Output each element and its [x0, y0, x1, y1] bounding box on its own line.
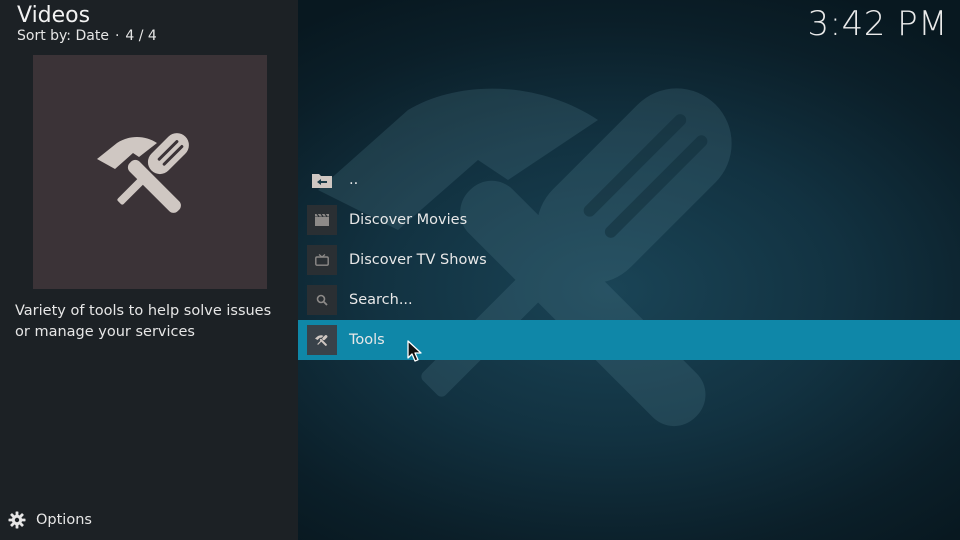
- file-list: .. Discover Movies Discover TV Shows Sea…: [298, 160, 960, 360]
- list-item-label: Discover TV Shows: [349, 252, 487, 268]
- film-icon: [307, 205, 337, 235]
- list-item-discover-movies[interactable]: Discover Movies: [298, 200, 960, 240]
- tv-icon: [307, 245, 337, 275]
- list-item-label: Search...: [349, 292, 413, 308]
- clock: 3:42 PM: [807, 4, 948, 44]
- list-item-tools[interactable]: Tools: [298, 320, 960, 360]
- sort-label: Sort by: Date: [17, 28, 109, 44]
- tools-icon: [307, 325, 337, 355]
- folder-back-icon: [307, 165, 337, 195]
- kodi-window: Videos Sort by: Date · 4 / 4 Variety of …: [0, 0, 960, 540]
- mouse-pointer-icon: [407, 340, 422, 362]
- item-count: 4 / 4: [125, 28, 157, 44]
- sort-info: Sort by: Date · 4 / 4: [17, 28, 157, 44]
- preview-thumbnail: [33, 55, 267, 289]
- list-item-label: Tools: [349, 332, 385, 348]
- options-button[interactable]: Options: [8, 511, 92, 529]
- page-title: Videos: [17, 3, 91, 28]
- list-item-label: Discover Movies: [349, 212, 468, 228]
- info-panel: Videos Sort by: Date · 4 / 4 Variety of …: [0, 0, 298, 540]
- list-item-parent-folder[interactable]: ..: [298, 160, 960, 200]
- gear-icon: [8, 511, 26, 529]
- list-item-search[interactable]: Search...: [298, 280, 960, 320]
- sort-separator: ·: [114, 28, 120, 44]
- search-icon: [307, 285, 337, 315]
- options-label: Options: [36, 512, 92, 528]
- tools-icon: [97, 133, 189, 213]
- list-item-discover-tv-shows[interactable]: Discover TV Shows: [298, 240, 960, 280]
- item-description: Variety of tools to help solve issues or…: [15, 303, 272, 340]
- list-item-label: ..: [349, 172, 359, 188]
